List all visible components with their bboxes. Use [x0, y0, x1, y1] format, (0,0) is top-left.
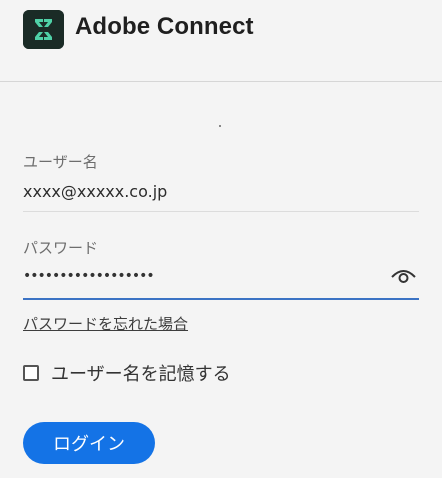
adobe-connect-logo-icon	[23, 10, 64, 49]
username-label: ユーザー名	[23, 153, 98, 171]
eye-icon[interactable]	[390, 266, 417, 286]
username-underline	[23, 211, 419, 212]
username-field[interactable]: xxxx@xxxxx.co.jp	[23, 182, 167, 201]
app-header: Adobe Connect	[0, 0, 442, 82]
app-name: Adobe Connect	[75, 13, 254, 40]
login-button[interactable]: ログイン	[23, 422, 155, 464]
checkbox-icon[interactable]	[23, 365, 39, 381]
remember-username-checkbox[interactable]: ユーザー名を記憶する	[23, 360, 231, 386]
forgot-password-link[interactable]: パスワードを忘れた場合	[23, 313, 188, 334]
password-label: パスワード	[23, 239, 99, 257]
password-field[interactable]: ••••••••••••••••••	[23, 268, 155, 284]
password-underline	[23, 298, 419, 300]
remember-username-label: ユーザー名を記憶する	[51, 364, 231, 385]
loading-dot	[219, 125, 221, 127]
